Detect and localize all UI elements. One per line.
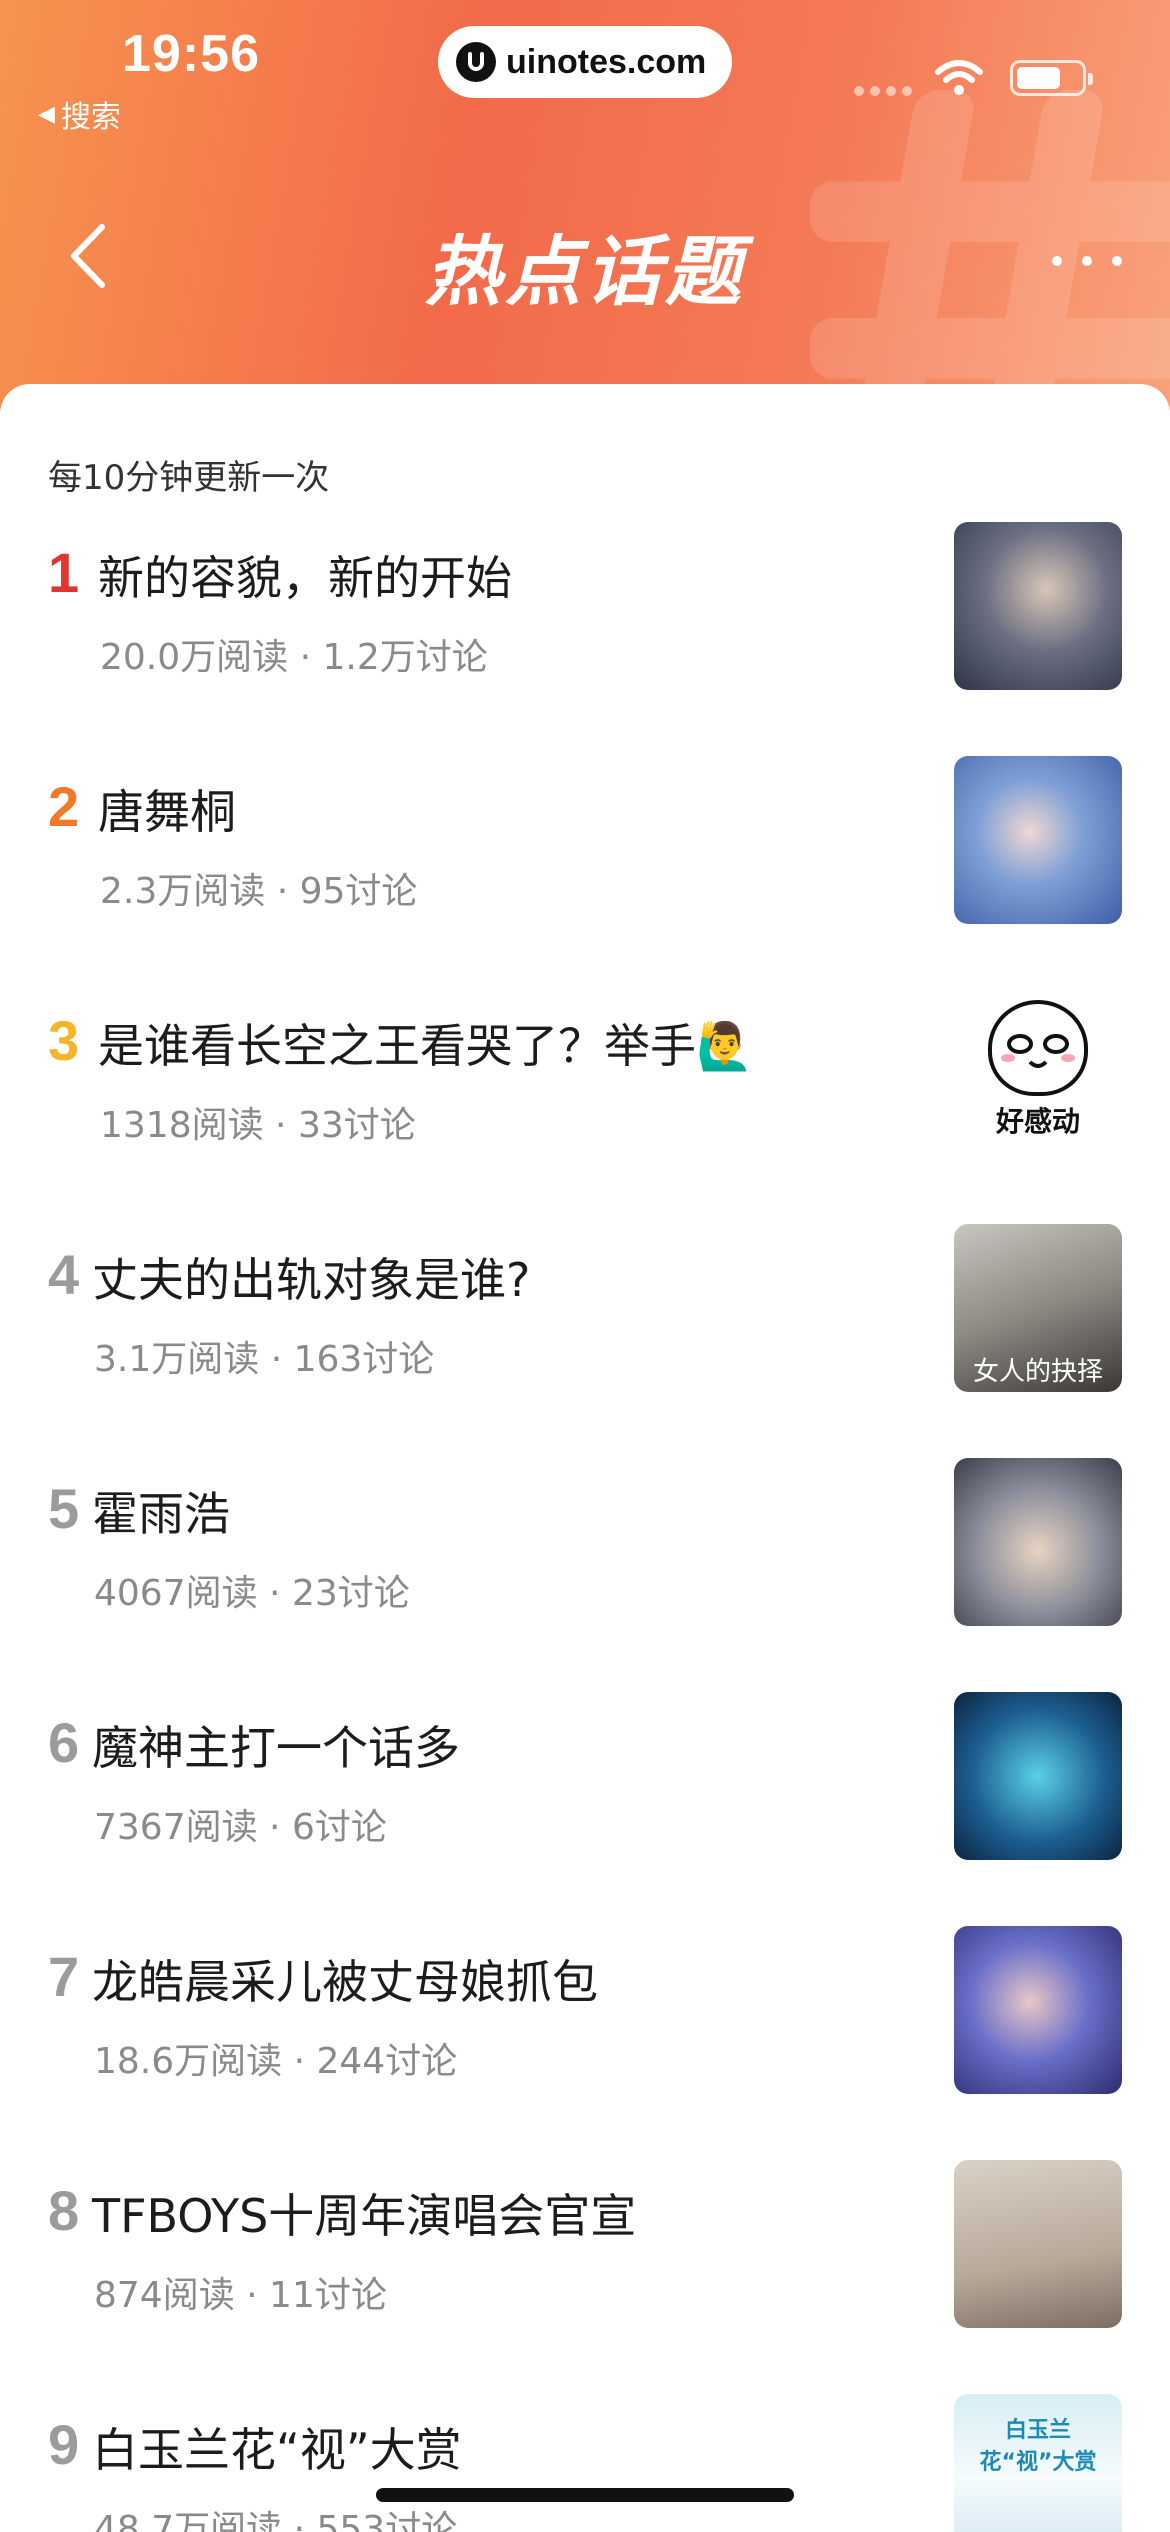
topic-rank: 5 (48, 1477, 80, 1540)
topic-stats: 1318阅读 · 33讨论 (100, 1105, 416, 1146)
wifi-icon (935, 60, 983, 95)
topic-item[interactable]: 4 丈夫的出轨对象是谁? 3.1万阅读 · 163讨论 女人的抉择 (0, 1224, 1170, 1458)
topic-title: 白玉兰花“视”大赏 (92, 2423, 462, 2477)
url-text: uinotes.com (506, 42, 707, 81)
back-triangle-icon: ◀ (38, 101, 55, 127)
topic-rank: 1 (48, 541, 80, 604)
topic-rank: 2 (48, 775, 80, 838)
topic-thumbnail (954, 2160, 1122, 2328)
topic-stats: 48.7万阅读 · 553讨论 (94, 2509, 458, 2532)
topic-rank: 4 (48, 1243, 80, 1306)
topic-title: 魔神主打一个话多 (92, 1721, 460, 1775)
page-title: 热点话题 (425, 227, 745, 316)
header-banner: 19:56 ◀ 搜索 uinotes.com 热点话题 (0, 0, 1170, 420)
topic-item[interactable]: 1 新的容貌，新的开始 20.0万阅读 · 1.2万讨论 (0, 522, 1170, 756)
topic-item[interactable]: 7 龙皓晨采儿被丈母娘抓包 18.6万阅读 · 244讨论 (0, 1926, 1170, 2160)
back-to-search-label: 搜索 (60, 100, 121, 135)
topic-item[interactable]: 3 是谁看长空之王看哭了？举手🙋‍♂️ 1318阅读 · 33讨论 好感动 (0, 990, 1170, 1224)
site-logo-icon (456, 42, 496, 82)
topic-rank: 8 (48, 2179, 80, 2242)
more-dot-icon (1052, 256, 1062, 266)
update-frequency-note: 每10分钟更新一次 (48, 458, 330, 498)
topic-thumbnail: 女人的抉择 (954, 1224, 1122, 1392)
topic-item[interactable]: 9 白玉兰花“视”大赏 48.7万阅读 · 553讨论 白玉兰 花“视”大赏 (0, 2394, 1170, 2532)
home-indicator[interactable] (376, 2488, 794, 2502)
topic-title: 新的容貌，新的开始 (98, 551, 512, 605)
topic-rank: 6 (48, 1711, 80, 1774)
topic-stats: 874阅读 · 11讨论 (94, 2275, 387, 2316)
crying-face-icon (988, 1000, 1088, 1096)
status-bar: 19:56 ◀ 搜索 uinotes.com (0, 0, 1170, 135)
topic-title: 是谁看长空之王看哭了？举手🙋‍♂️ (98, 1019, 754, 1073)
topic-stats: 4067阅读 · 23讨论 (94, 1573, 410, 1614)
thumbnail-caption: 女人的抉择 (972, 1357, 1103, 1387)
topic-stats: 18.6万阅读 · 244讨论 (94, 2041, 458, 2082)
more-options-button[interactable] (1052, 246, 1122, 276)
topic-thumbnail (954, 1692, 1122, 1860)
topic-title: 霍雨浩 (92, 1487, 230, 1541)
topic-rank: 9 (48, 2413, 80, 2476)
topic-item[interactable]: 5 霍雨浩 4067阅读 · 23讨论 (0, 1458, 1170, 1692)
topic-item[interactable]: 6 魔神主打一个话多 7367阅读 · 6讨论 (0, 1692, 1170, 1926)
url-pill[interactable]: uinotes.com (438, 26, 732, 98)
battery-icon (1010, 60, 1093, 96)
status-time: 19:56 (122, 25, 260, 83)
topic-thumbnail: 白玉兰 花“视”大赏 (954, 2394, 1122, 2532)
topic-thumbnail: 好感动 (954, 990, 1122, 1158)
topic-thumbnail (954, 1458, 1122, 1626)
topic-item[interactable]: 8 TFBOYS十周年演唱会官宣 874阅读 · 11讨论 (0, 2160, 1170, 2394)
nav-bar: 热点话题 (0, 190, 1170, 330)
topic-title: 丈夫的出轨对象是谁? (92, 1253, 531, 1307)
more-dot-icon (1082, 256, 1092, 266)
topic-thumbnail (954, 522, 1122, 690)
more-dot-icon (1112, 256, 1122, 266)
sticker-caption: 好感动 (995, 1105, 1080, 1138)
thumbnail-caption: 白玉兰 花“视”大赏 (979, 2418, 1097, 2475)
topic-thumbnail (954, 756, 1122, 924)
hot-topics-list: 1 新的容貌，新的开始 20.0万阅读 · 1.2万讨论 2 唐舞桐 2.3万阅… (0, 522, 1170, 2532)
topic-stats: 20.0万阅读 · 1.2万讨论 (100, 637, 488, 678)
topic-rank: 7 (48, 1945, 80, 2008)
topic-title: 龙皓晨采儿被丈母娘抓包 (92, 1955, 598, 2009)
content-sheet: 每10分钟更新一次 1 新的容貌，新的开始 20.0万阅读 · 1.2万讨论 2… (0, 384, 1170, 2532)
topic-thumbnail (954, 1926, 1122, 2094)
back-to-search[interactable]: ◀ 搜索 (38, 92, 121, 136)
topic-item[interactable]: 2 唐舞桐 2.3万阅读 · 95讨论 (0, 756, 1170, 990)
topic-stats: 7367阅读 · 6讨论 (94, 1807, 387, 1848)
topic-stats: 3.1万阅读 · 163讨论 (94, 1339, 435, 1380)
cellular-signal-icon (854, 86, 912, 96)
topic-rank: 3 (48, 1009, 80, 1072)
topic-title: TFBOYS十周年演唱会官宣 (92, 2189, 637, 2243)
topic-stats: 2.3万阅读 · 95讨论 (100, 871, 418, 912)
topic-title: 唐舞桐 (98, 785, 236, 839)
